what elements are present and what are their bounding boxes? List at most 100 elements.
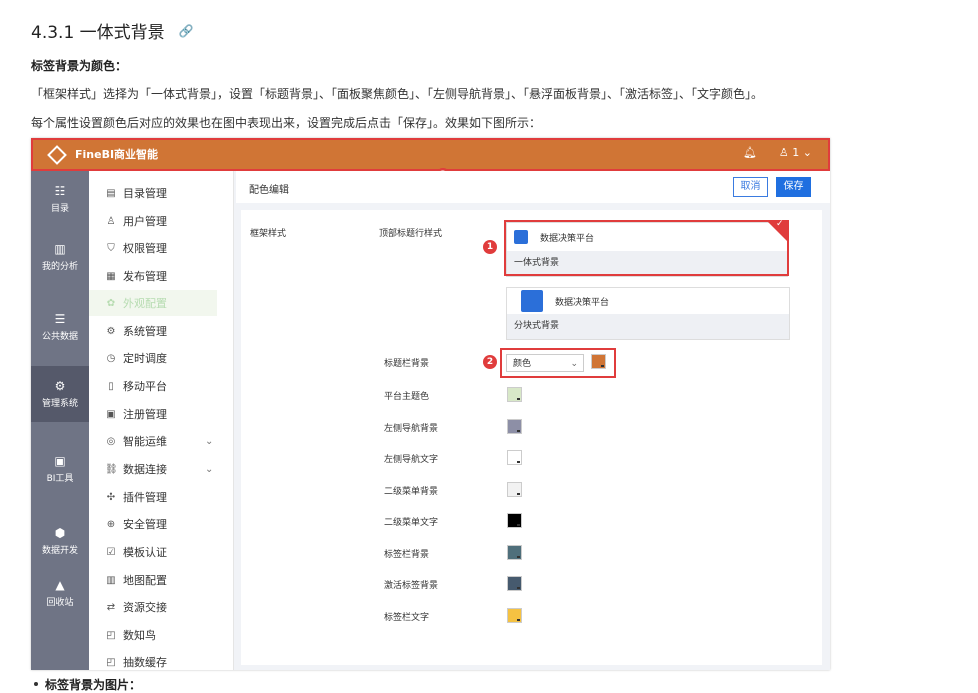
left-nav-bg-swatch[interactable] [507, 419, 522, 434]
nav-item-admin[interactable]: ⚙ 管理系统 [31, 366, 89, 422]
map-icon: ▥ [106, 574, 116, 586]
setting-label: 平台主题色 [384, 392, 430, 402]
link-chain-icon: ⛓ [105, 463, 118, 475]
menu-label: 安全管理 [123, 518, 167, 531]
submenu-text-swatch[interactable] [507, 513, 522, 528]
menu-label: 资源交接 [123, 601, 167, 614]
nav-label: 数据开发 [41, 546, 78, 556]
nav-item-public-data[interactable]: ☰ 公共数据 [31, 299, 89, 355]
paragraph-1: 「框架样式」选择为「一体式背景」，设置「标题背景」、「面板聚焦颜色」、「左侧导航… [31, 87, 764, 101]
main-area: 配色编辑 取消 保存 框架样式 顶部标题行样式 数据决策平台 一体式背景 ✓ 1… [236, 171, 830, 670]
highlight-box-3 [31, 138, 830, 171]
menu-label: 智能运维 [123, 435, 167, 448]
link-icon[interactable]: 🔗 [179, 24, 194, 38]
nav-item-catalog[interactable]: ☷ 目录 [31, 171, 89, 227]
badge-2: 2 [483, 355, 497, 369]
tabbar-bg-swatch[interactable] [507, 545, 522, 560]
title-bg-color-swatch[interactable] [591, 354, 606, 369]
settings-panel: 框架样式 顶部标题行样式 数据决策平台 一体式背景 ✓ 1 数据决策平台 分块式… [241, 210, 822, 665]
menu-item-security[interactable]: ⊕ 安全管理 [105, 516, 167, 532]
admin-icon: ⚙ [54, 379, 66, 393]
clock-icon: ◷ [106, 352, 116, 364]
menu-item-publish[interactable]: ▦ 发布管理 [105, 268, 167, 284]
title-bg-label: 标题栏背景 [384, 359, 430, 369]
bullet-dot [34, 682, 38, 686]
catalog-icon: ☷ [54, 184, 66, 198]
badge-1: 1 [483, 240, 497, 254]
menu-label: 移动平台 [123, 380, 167, 393]
menu-label: 目录管理 [123, 187, 167, 200]
menu-item-appearance[interactable]: ✿ 外观配置 [105, 295, 167, 311]
top-title-style-label: 顶部标题行样式 [379, 229, 443, 239]
list-icon: ▤ [106, 187, 116, 199]
setting-label: 标签栏背景 [384, 550, 430, 560]
mobile-icon: ▯ [108, 380, 114, 392]
menu-item-schedule[interactable]: ◷ 定时调度 [105, 350, 167, 366]
menu-item-handover[interactable]: ⇄ 资源交接 [105, 599, 167, 615]
nav-item-my-analysis[interactable]: ▥ 我的分析 [31, 229, 89, 285]
setting-label: 二级菜单文字 [384, 518, 439, 528]
title-bg-type-select[interactable]: 颜色 ⌄ [506, 354, 584, 372]
menu-label: 定时调度 [123, 352, 167, 365]
ops-icon: ◎ [106, 435, 116, 447]
app-screenshot: FineBI商业智能 🔔︎ ♙ 1 ⌄ 3 ☷目录 ▥我的分析 ☰公共数据 ⚙管… [31, 138, 830, 670]
analysis-icon: ▥ [54, 242, 66, 256]
theme-color-swatch[interactable] [507, 387, 522, 402]
left-nav-text-swatch[interactable] [507, 450, 522, 465]
paragraph-2: 每个属性设置颜色后对应的效果也在图中表现出来，设置完成后点击「保存」。效果如下图… [31, 116, 542, 130]
tabbar-text-swatch[interactable] [507, 608, 522, 623]
menu-item-shuzhiniao[interactable]: ◰ 数知鸟 [105, 627, 156, 643]
menu-item-map[interactable]: ▥ 地图配置 [105, 572, 167, 588]
menu-item-permissions[interactable]: ⛉ 权限管理 [105, 240, 167, 256]
section-heading: 4.3.1 一体式背景 🔗 [31, 18, 194, 43]
setting-label: 左侧导航文字 [384, 455, 439, 465]
palette-icon: ✿ [106, 297, 116, 309]
shield-icon: ⛉ [107, 242, 115, 254]
option-block-bg[interactable]: 数据决策平台 分块式背景 [506, 287, 790, 340]
chevron-down-icon: ⌄ [570, 359, 578, 369]
nav-label: 目录 [50, 204, 69, 214]
submenu-bg-swatch[interactable] [507, 482, 522, 497]
menu-item-system[interactable]: ⚙ 系统管理 [105, 323, 167, 339]
menu-item-users[interactable]: ♙ 用户管理 [105, 213, 167, 229]
cancel-button[interactable]: 取消 [733, 177, 768, 197]
menu-item-mobile[interactable]: ▯ 移动平台 [105, 378, 167, 394]
active-tab-bg-swatch[interactable] [507, 576, 522, 591]
menu-item-template-auth[interactable]: ☑ 模板认证 [105, 544, 167, 560]
menu-label: 插件管理 [123, 491, 167, 504]
option-title: 数据决策平台 [555, 297, 610, 308]
setting-label: 激活标签背景 [384, 581, 439, 591]
nav-item-recycle[interactable]: ▲ 回收站 [31, 565, 89, 621]
setting-label: 标签栏文字 [384, 613, 430, 623]
bird-icon: ◰ [106, 629, 116, 641]
menu-label: 数知鸟 [123, 629, 156, 642]
database-icon: ☰ [54, 312, 66, 326]
nav-item-bi-tools[interactable]: ▣ BI工具 [31, 441, 89, 497]
left-nav: ☷ 目录 ▥ 我的分析 ☰ 公共数据 ⚙ 管理系统 ▣ BI工具 ⬢ 数据开发 ▲ 回收站 [31, 171, 89, 670]
nav-label: BI工具 [46, 474, 74, 484]
sub-label: 标签背景为颜色： [31, 59, 128, 73]
user-icon: ♙ [106, 215, 116, 227]
menu-item-data-conn[interactable]: ⛓ 数据连接 ⌄ [105, 461, 213, 477]
setting-label: 二级菜单背景 [384, 487, 439, 497]
menu-label: 权限管理 [123, 242, 167, 255]
menu-label: 用户管理 [123, 215, 167, 228]
menu-label: 外观配置 [123, 297, 167, 310]
toolbox-icon: ▣ [54, 454, 66, 468]
chevron-down-icon: ⌄ [205, 435, 214, 447]
cache-icon: ◰ [106, 656, 116, 668]
highlight-box-1 [504, 220, 789, 276]
handover-icon: ⇄ [106, 601, 116, 613]
menu-item-register[interactable]: ▣ 注册管理 [105, 406, 167, 422]
gear-icon: ⚙ [106, 325, 116, 337]
nav-item-data-dev[interactable]: ⬢ 数据开发 [31, 513, 89, 569]
menu-item-ops[interactable]: ◎ 智能运维 ⌄ [105, 433, 214, 449]
frame-style-label: 框架样式 [250, 229, 287, 239]
menu-item-catalog[interactable]: ▤ 目录管理 [105, 185, 167, 201]
menu-item-cache[interactable]: ◰ 抽数缓存 [105, 654, 167, 670]
menu-label: 抽数缓存 [123, 656, 167, 669]
nav-label: 管理系统 [41, 399, 78, 409]
heading-text: 4.3.1 一体式背景 [31, 23, 165, 43]
save-button[interactable]: 保存 [776, 177, 811, 197]
menu-item-plugins[interactable]: ✣ 插件管理 [105, 489, 167, 505]
